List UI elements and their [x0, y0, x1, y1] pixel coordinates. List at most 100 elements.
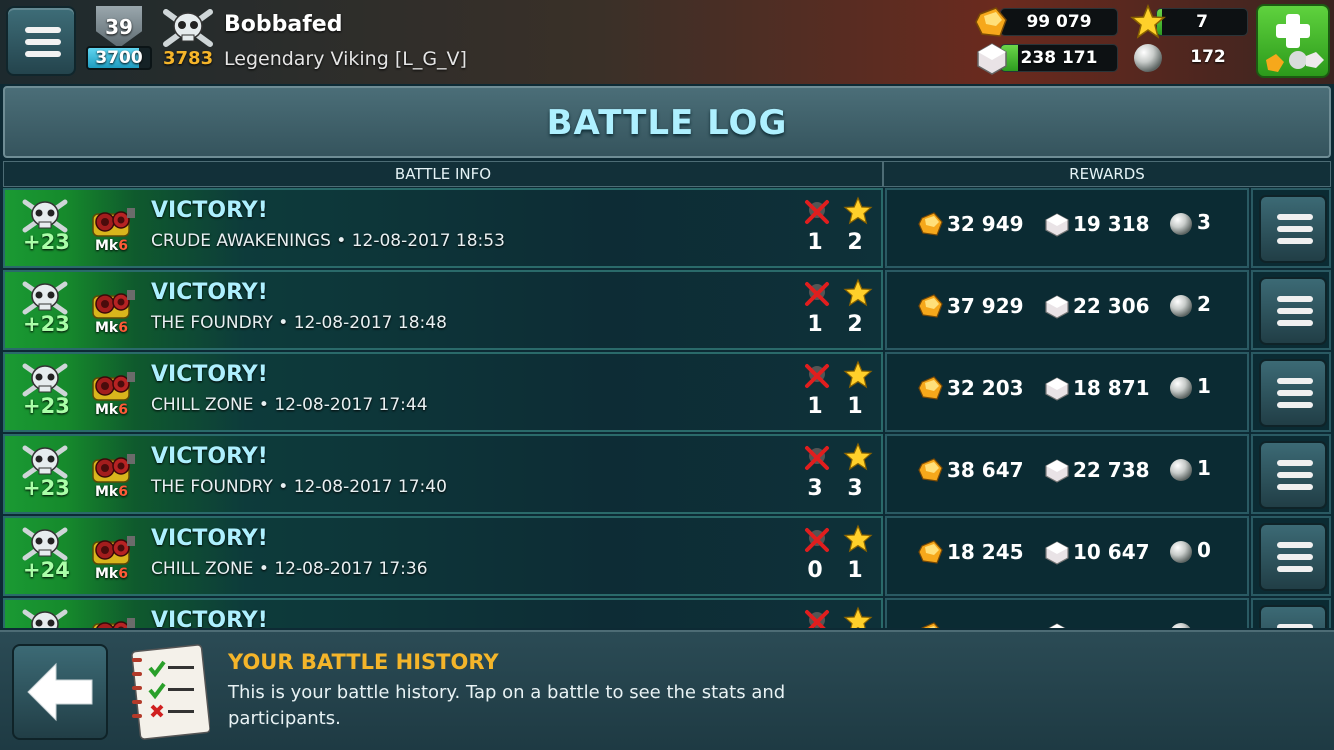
battle-info-cell[interactable]: VICTORY! • — [3, 598, 883, 628]
separator: • — [253, 395, 275, 415]
hamburger-icon-line — [1277, 542, 1313, 548]
rewards-cell[interactable]: 32 949 19 318 3 — [885, 188, 1249, 268]
battle-details-button[interactable] — [1259, 277, 1327, 345]
stars-count: 1 — [847, 558, 863, 583]
rewards-cell[interactable]: 37 929 22 306 2 — [885, 270, 1249, 350]
shop-button[interactable] — [1256, 4, 1330, 78]
star-icon — [843, 196, 873, 225]
battle-datetime: 12-08-2017 17:40 — [293, 477, 447, 497]
map-name: THE FOUNDRY — [151, 477, 273, 497]
battle-details-cell — [1251, 598, 1331, 628]
rewards-cell[interactable]: 38 647 22 738 1 — [885, 434, 1249, 514]
hamburger-icon-line — [1277, 226, 1313, 232]
battle-details-button[interactable] — [1259, 441, 1327, 509]
battle-result: VICTORY! — [151, 198, 268, 223]
rewards-cell[interactable]: 32 203 18 871 1 — [885, 352, 1249, 432]
battle-details-button[interactable] — [1259, 523, 1327, 591]
gold-counter: 99 079 — [1000, 8, 1118, 36]
star-icon — [843, 606, 873, 628]
battle-details-cell — [1251, 352, 1331, 432]
xp-value: 3700 — [95, 48, 143, 68]
battle-result: VICTORY! — [151, 526, 268, 551]
star-icon — [1130, 4, 1166, 39]
battle-subline: CHILL ZONE • 12-08-2017 17:36 — [151, 559, 428, 579]
silver-icon — [1045, 377, 1069, 401]
kills-count: 1 — [807, 394, 823, 419]
hint-title: YOUR BATTLE HISTORY — [228, 650, 499, 674]
battle-info-cell[interactable]: +23 Mk6 VICTORY! THE FOUNDRY • 12-08-201… — [3, 434, 883, 514]
pearl-icon — [1170, 541, 1192, 563]
hamburger-icon-line — [1277, 460, 1313, 466]
separator: • — [272, 313, 294, 333]
battle-result: VICTORY! — [151, 608, 268, 628]
battle-row[interactable]: +24 Mk6 VICTORY! CHILL ZONE • 12-08-2017… — [3, 516, 1331, 596]
hamburger-icon-line — [1277, 238, 1313, 244]
star-icon — [843, 524, 873, 553]
battle-info-cell[interactable]: +23 Mk6 VICTORY! CRUDE AWAKENINGS • 12-0… — [3, 188, 883, 268]
star-icon — [843, 360, 873, 389]
battle-list[interactable]: +23 Mk6 VICTORY! CRUDE AWAKENINGS • 12-0… — [3, 188, 1331, 628]
battle-info-cell[interactable]: +24 Mk6 VICTORY! CHILL ZONE • 12-08-2017… — [3, 516, 883, 596]
stars-count: 2 — [847, 230, 863, 255]
hamburger-icon-line — [1277, 472, 1313, 478]
level-value: 39 — [105, 15, 133, 39]
battle-row[interactable]: +23 Mk6 VICTORY! THE FOUNDRY • 12-08-201… — [3, 434, 1331, 514]
trophy-change: +23 — [23, 312, 70, 336]
battle-details-button[interactable] — [1259, 195, 1327, 263]
pearl-value: 172 — [1190, 47, 1226, 67]
hamburger-icon-line — [1277, 566, 1313, 572]
robot-mk-level: Mk6 — [95, 238, 128, 254]
battle-subline: CHILL ZONE • 12-08-2017 17:44 — [151, 395, 428, 415]
battle-details-cell — [1251, 516, 1331, 596]
gold-reward: 18 245 — [947, 540, 1024, 564]
kills-skull-x-icon — [805, 528, 829, 552]
robot-mk-level: Mk6 — [95, 484, 128, 500]
map-name: CRUDE AWAKENINGS — [151, 231, 331, 251]
rewards-cell[interactable] — [885, 598, 1249, 628]
battle-row[interactable]: VICTORY! • — [3, 598, 1331, 628]
battle-result: VICTORY! — [151, 362, 268, 387]
pearl-reward: 3 — [1197, 210, 1211, 234]
footer-panel: YOUR BATTLE HISTORY This is your battle … — [0, 630, 1334, 750]
stars-counter: 7 — [1156, 8, 1248, 36]
clan-name[interactable]: Legendary Viking [L_G_V] — [224, 48, 467, 70]
silver-icon — [1045, 213, 1069, 237]
player-name[interactable]: Bobbafed — [224, 12, 342, 37]
battle-subline: THE FOUNDRY • 12-08-2017 18:48 — [151, 313, 447, 333]
rewards-cell[interactable]: 18 245 10 647 0 — [885, 516, 1249, 596]
star-icon — [843, 278, 873, 307]
battle-datetime: 12-08-2017 17:44 — [274, 395, 428, 415]
gold-icon — [918, 540, 943, 564]
battle-row[interactable]: +23 Mk6 VICTORY! CHILL ZONE • 12-08-2017… — [3, 352, 1331, 432]
separator: • — [253, 559, 275, 579]
pearl-icon — [1134, 44, 1162, 72]
hamburger-icon-line — [1277, 402, 1313, 408]
silver-counter: 238 171 — [1000, 44, 1118, 72]
battle-details-cell — [1251, 434, 1331, 514]
battle-details-button[interactable] — [1259, 359, 1327, 427]
battle-row[interactable]: +23 Mk6 VICTORY! THE FOUNDRY • 12-08-201… — [3, 270, 1331, 350]
hamburger-icon-line — [1277, 624, 1313, 628]
gold-reward: 32 203 — [947, 376, 1024, 400]
separator: • — [330, 231, 352, 251]
silver-reward: 18 871 — [1073, 376, 1150, 400]
silver-icon — [1045, 459, 1069, 483]
pearl-icon — [1170, 213, 1192, 235]
battle-info-header: BATTLE INFO — [3, 161, 883, 187]
kills-count: 1 — [807, 312, 823, 337]
gold-reward: 37 929 — [947, 294, 1024, 318]
main-menu-button[interactable] — [6, 6, 76, 76]
battle-result: VICTORY! — [151, 280, 268, 305]
battle-details-button[interactable] — [1259, 605, 1327, 628]
xp-bar: 3700 — [86, 46, 152, 70]
kills-count: 0 — [807, 558, 823, 583]
map-name: THE FOUNDRY — [151, 313, 273, 333]
battle-row[interactable]: +23 Mk6 VICTORY! CRUDE AWAKENINGS • 12-0… — [3, 188, 1331, 268]
pearl-icon — [1170, 295, 1192, 317]
battle-info-cell[interactable]: +23 Mk6 VICTORY! THE FOUNDRY • 12-08-201… — [3, 270, 883, 350]
mk-number: 6 — [118, 566, 128, 582]
back-button[interactable] — [12, 644, 108, 740]
battle-info-cell[interactable]: +23 Mk6 VICTORY! CHILL ZONE • 12-08-2017… — [3, 352, 883, 432]
hamburger-icon-line — [25, 51, 61, 57]
battle-subline: CRUDE AWAKENINGS • 12-08-2017 18:53 — [151, 231, 505, 251]
